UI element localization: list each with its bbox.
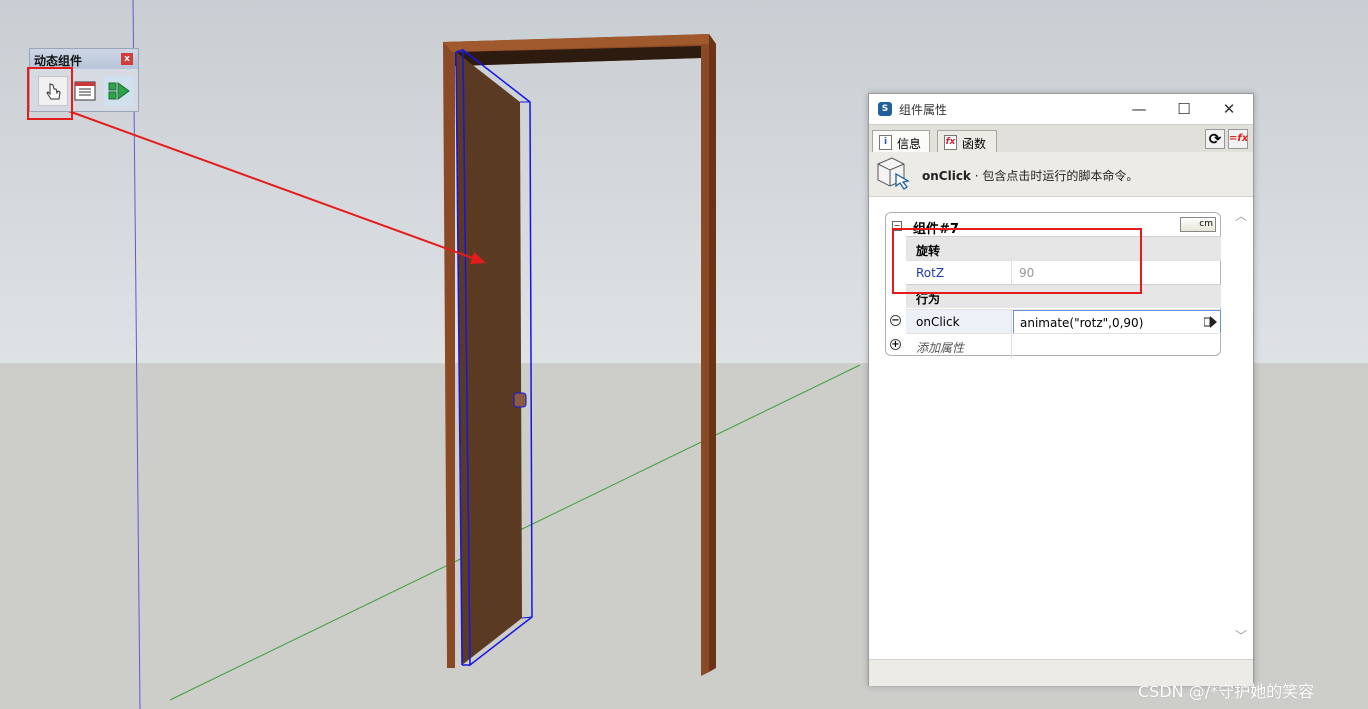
component-options-button[interactable] (70, 76, 100, 106)
tab-functions-label: 函数 (962, 137, 987, 151)
info-bar: onClick · 包含点击时运行的脚本命令。 (869, 152, 1253, 197)
window-title: 组件属性 (899, 103, 948, 117)
info-description: onClick · 包含点击时运行的脚本命令。 (922, 167, 1138, 184)
tab-info[interactable]: i 信息 (872, 130, 930, 153)
add-attribute-label: 添加属性 (906, 334, 1012, 358)
close-button[interactable]: ✕ (1206, 96, 1252, 122)
refresh-button[interactable]: ⟳ (1205, 129, 1225, 149)
toggle-formula-view-button[interactable]: =fx (1228, 129, 1248, 149)
attribute-name: onClick (906, 310, 1012, 334)
toolbar-titlebar[interactable]: 动态组件 x (30, 49, 138, 69)
annotation-box-tool (27, 67, 73, 120)
tab-info-label: 信息 (897, 137, 922, 151)
onclick-formula-text: animate("rotz",0,90) (1020, 316, 1144, 330)
door-leaf[interactable] (455, 48, 533, 667)
maximize-button[interactable]: ☐ (1161, 96, 1207, 122)
remove-attribute-button[interactable]: − (890, 315, 901, 326)
component-attributes-button[interactable] (104, 76, 134, 106)
scroll-up-icon[interactable]: ︿ (1235, 207, 1247, 224)
minimize-button[interactable]: — (1116, 96, 1162, 122)
function-icon: fx (944, 135, 957, 150)
attribute-value[interactable] (1013, 334, 1221, 358)
attribute-row-onclick[interactable]: onClick animate("rotz",0,90) (906, 309, 1221, 334)
info-icon: i (879, 135, 892, 150)
info-text: · 包含点击时运行的脚本命令。 (970, 169, 1139, 183)
annotation-box-rotation (892, 228, 1142, 294)
add-attribute-button[interactable]: + (890, 339, 901, 350)
units-ruler-icon[interactable]: cm (1180, 217, 1216, 232)
tab-bar: i 信息 fx 函数 (869, 124, 1253, 153)
toolbar-close-button[interactable]: x (121, 53, 133, 65)
click-component-icon (877, 157, 910, 190)
sketchup-app-icon: S (878, 102, 892, 116)
annotation-arrow (51, 104, 486, 264)
scroll-down-icon[interactable]: ﹀ (1235, 627, 1247, 644)
attribute-row-add[interactable]: 添加属性 (906, 333, 1221, 358)
window-titlebar[interactable]: S 组件属性 — ☐ ✕ (869, 94, 1253, 124)
info-keyword: onClick (922, 169, 971, 183)
onclick-formula-field[interactable]: animate("rotz",0,90) (1013, 310, 1221, 334)
watermark: CSDN @/*守护她的笑容 (1138, 682, 1315, 701)
tab-functions[interactable]: fx 函数 (937, 130, 997, 153)
options-list-icon (74, 81, 96, 101)
attributes-icon (108, 82, 130, 100)
apply-arrow-icon[interactable] (1204, 315, 1217, 329)
component-attributes-window: S 组件属性 — ☐ ✕ i 信息 fx 函数 ⟳ =fx onClick · … (868, 93, 1254, 686)
